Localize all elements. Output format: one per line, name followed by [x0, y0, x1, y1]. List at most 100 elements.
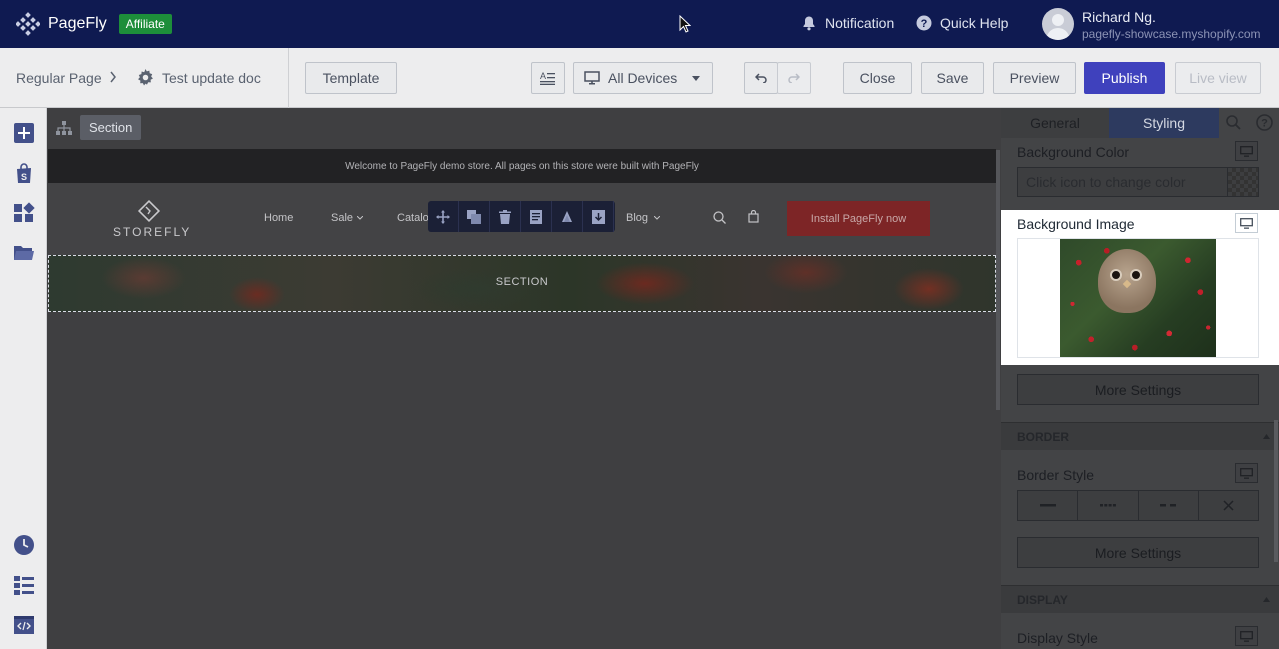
canvas-header: [48, 108, 1000, 148]
save-button[interactable]: Save: [921, 62, 984, 94]
redo-button[interactable]: [777, 62, 811, 94]
owl-eye-left: [1110, 269, 1122, 281]
display-header-label: DISPLAY: [1017, 592, 1068, 607]
text-align-icon: A: [540, 71, 556, 85]
install-pagefly-button[interactable]: Install PageFly now: [787, 201, 930, 236]
border-more-settings-button[interactable]: More Settings: [1017, 537, 1259, 568]
add-element-icon[interactable]: [13, 122, 35, 144]
download-icon[interactable]: [583, 201, 614, 232]
store-search-icon[interactable]: [713, 211, 726, 224]
border-device-toggle[interactable]: [1235, 463, 1258, 483]
store-logo-text: STOREFLY: [113, 225, 192, 239]
text-format-button[interactable]: A: [531, 62, 565, 94]
owl-eye-right: [1130, 269, 1142, 281]
brand-name: PageFly: [48, 15, 107, 32]
outline-list-icon[interactable]: [13, 574, 35, 596]
device-select[interactable]: All Devices: [573, 62, 713, 94]
dotted-line-icon: [1099, 504, 1116, 507]
border-header-label: BORDER: [1017, 429, 1070, 444]
editor-toolbar: Regular Page Test update doc Template A …: [0, 48, 1279, 108]
mouse-cursor-icon: [679, 15, 691, 33]
svg-text:?: ?: [1261, 118, 1268, 130]
user-name[interactable]: Richard Ng.: [1082, 9, 1156, 25]
move-icon[interactable]: [428, 201, 459, 232]
svg-text:A: A: [540, 71, 546, 81]
live-view-button[interactable]: Live view: [1175, 62, 1261, 94]
background-image-thumbnail[interactable]: [1060, 239, 1216, 357]
help-circle-icon: ?: [916, 15, 932, 31]
tab-general[interactable]: General: [1001, 108, 1109, 138]
announcement-bar: Welcome to PageFly demo store. All pages…: [48, 149, 996, 183]
user-shop: pagefly-showcase.myshopify.com: [1082, 27, 1261, 41]
shopify-bag-icon[interactable]: S: [13, 162, 35, 184]
publish-button[interactable]: Publish: [1084, 62, 1165, 94]
gear-icon[interactable]: [137, 69, 154, 86]
selected-element-tag[interactable]: Section: [80, 115, 142, 140]
canvas-scrollbar[interactable]: [996, 150, 1000, 410]
tab-styling[interactable]: Styling: [1109, 108, 1219, 138]
code-editor-icon[interactable]: [13, 614, 35, 636]
device-select-value: All Devices: [608, 70, 678, 86]
duplicate-icon[interactable]: [459, 201, 490, 232]
redo-icon: [788, 73, 800, 83]
border-dotted-option[interactable]: [1078, 491, 1139, 520]
display-section-header[interactable]: DISPLAY: [1001, 585, 1279, 613]
bg-color-device-toggle[interactable]: [1235, 141, 1258, 161]
storefly-logo-icon: [137, 199, 161, 223]
more-settings-button[interactable]: More Settings: [1017, 374, 1259, 405]
template-button[interactable]: Template: [305, 62, 397, 94]
border-section-header[interactable]: BORDER: [1001, 422, 1279, 450]
color-picker-swatch[interactable]: [1227, 167, 1259, 197]
dashed-line-icon: [1160, 504, 1177, 507]
avatar[interactable]: [1042, 8, 1074, 40]
border-style-label: Border Style: [1017, 467, 1095, 483]
history-clock-icon[interactable]: [13, 534, 35, 556]
apps-grid-icon[interactable]: [13, 202, 35, 224]
save-snippet-icon[interactable]: [521, 201, 552, 232]
undo-button[interactable]: [744, 62, 778, 94]
chevron-right-icon: [109, 71, 117, 83]
bg-image-device-toggle[interactable]: [1235, 213, 1258, 233]
panel-search-icon[interactable]: [1226, 115, 1241, 130]
notification-link[interactable]: Notification: [801, 15, 894, 31]
quick-help-label: Quick Help: [940, 15, 1009, 31]
pagefly-logo-icon: [16, 12, 40, 36]
desktop-icon: [584, 71, 600, 85]
border-dashed-option[interactable]: [1138, 491, 1199, 520]
quick-help-link[interactable]: ? Quick Help: [916, 15, 1008, 31]
blog-chevron-icon: [654, 216, 660, 220]
brand[interactable]: PageFly Affiliate: [16, 12, 172, 36]
delete-icon[interactable]: [490, 201, 521, 232]
hierarchy-icon[interactable]: [56, 120, 72, 136]
preview-button[interactable]: Preview: [993, 62, 1076, 94]
desktop-icon: [1240, 630, 1253, 642]
notification-label: Notification: [825, 15, 895, 31]
page-title[interactable]: Test update doc: [162, 70, 261, 86]
bell-icon: [801, 15, 817, 31]
background-color-input[interactable]: Click icon to change color: [1017, 167, 1228, 197]
top-bar: PageFly Affiliate Notification ? Quick H…: [0, 0, 1279, 48]
panel-help-icon[interactable]: ?: [1256, 114, 1273, 131]
section-placeholder-label: SECTION: [495, 276, 549, 288]
display-style-label: Display Style: [1017, 630, 1098, 646]
display-device-toggle[interactable]: [1235, 626, 1258, 646]
nav-home[interactable]: Home: [264, 212, 293, 224]
style-paint-icon[interactable]: [552, 201, 583, 232]
collapse-caret-icon: [1263, 597, 1270, 602]
store-cart-icon[interactable]: [748, 210, 759, 223]
nav-sale[interactable]: Sale: [331, 212, 353, 224]
desktop-icon: [1240, 217, 1253, 229]
close-button[interactable]: Close: [843, 62, 912, 94]
close-icon: [1223, 500, 1234, 511]
background-image-label: Background Image: [1017, 216, 1135, 232]
desktop-icon: [1240, 467, 1253, 479]
breadcrumb-root[interactable]: Regular Page: [16, 70, 102, 86]
border-none-option[interactable]: [1198, 491, 1258, 520]
border-solid-option[interactable]: [1018, 491, 1079, 520]
folder-icon[interactable]: [13, 242, 35, 264]
panel-scrollbar[interactable]: [1274, 420, 1278, 562]
nav-blog[interactable]: Blog: [626, 212, 648, 224]
affiliate-badge[interactable]: Affiliate: [118, 14, 172, 34]
sale-chevron-icon: [357, 216, 363, 220]
canvas-empty-area[interactable]: [48, 312, 1000, 649]
